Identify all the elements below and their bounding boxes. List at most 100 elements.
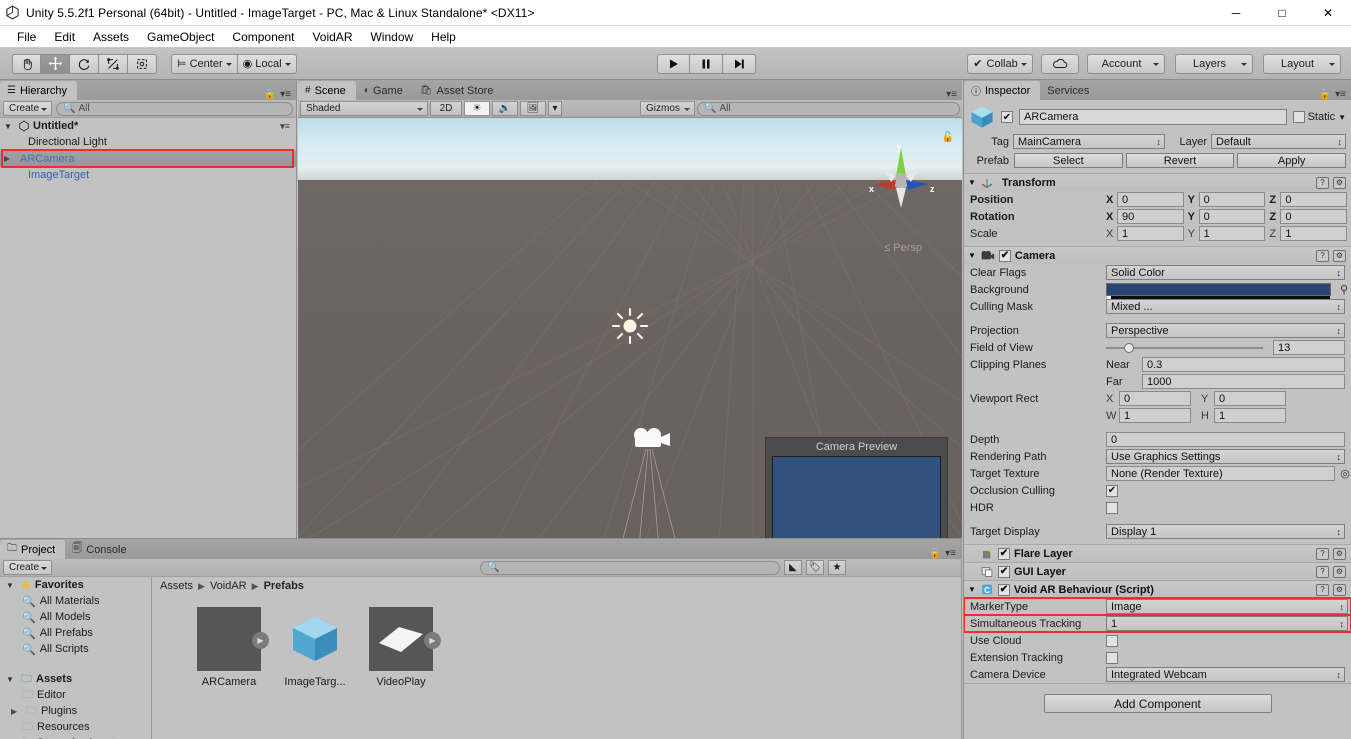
lock-icon[interactable]: 🔒 — [264, 89, 276, 100]
component-header[interactable]: ▼ ✔ Camera ? ⚙ — [964, 247, 1351, 264]
use-cloud-checkbox[interactable] — [1106, 634, 1118, 647]
occlusion-culling-checkbox[interactable]: ✔ — [1106, 484, 1118, 497]
project-tree-streamingassets[interactable]: 🗀 StreamingAssets — [0, 735, 151, 739]
scene-expand-arrow[interactable]: ▼ — [4, 122, 15, 131]
hierarchy-item-imagetarget[interactable]: ImageTarget — [0, 167, 296, 183]
add-component-button[interactable]: Add Component — [1043, 694, 1272, 713]
gear-icon[interactable]: ⚙ — [1333, 176, 1346, 189]
play-button[interactable] — [657, 53, 691, 74]
projection-mode-label[interactable]: ≤ Persp — [884, 242, 922, 254]
help-icon[interactable]: ? — [1316, 583, 1329, 596]
component-header[interactable]: ▼ C ✔ Void AR Behaviour (Script) ? ⚙ — [964, 581, 1351, 598]
fov-slider-knob[interactable] — [1124, 342, 1134, 353]
scene-axis-gizmo[interactable]: y x z — [858, 136, 944, 216]
space-button[interactable]: ◉ Local — [237, 53, 297, 74]
position-x-input[interactable]: 0 — [1117, 192, 1184, 207]
help-icon[interactable]: ? — [1316, 176, 1329, 189]
layout-button[interactable]: Layout — [1263, 53, 1341, 74]
project-lock-icon[interactable]: 🔒 — [929, 548, 941, 559]
tab-scene[interactable]: # Scene — [298, 81, 356, 100]
gear-icon[interactable]: ⚙ — [1333, 249, 1346, 262]
project-tree-all-prefabs[interactable]: 🔍 All Prefabs — [0, 625, 151, 641]
menu-help[interactable]: Help — [422, 28, 465, 46]
project-tree-favorites[interactable]: ▼ ★ Favorites — [0, 577, 151, 593]
camera-device-dropdown[interactable]: Integrated Webcam — [1106, 667, 1345, 682]
minimize-button[interactable]: ─ — [1213, 0, 1259, 26]
move-tool-icon[interactable] — [41, 53, 70, 74]
background-color-swatch[interactable] — [1106, 283, 1331, 299]
menu-component[interactable]: Component — [223, 28, 303, 46]
scale-x-input[interactable]: 1 — [1117, 226, 1184, 241]
help-icon[interactable]: ? — [1316, 249, 1329, 262]
prefab-apply-button[interactable]: Apply — [1237, 153, 1347, 168]
rotation-y-input[interactable]: 0 — [1198, 209, 1266, 224]
viewport-w-input[interactable]: 1 — [1119, 408, 1191, 423]
markertype-dropdown[interactable]: Image — [1106, 599, 1348, 614]
hierarchy-create-button[interactable]: Create — [3, 101, 53, 116]
hierarchy-scene-row[interactable]: ▼ Untitled* ▾≡ — [0, 118, 296, 134]
project-tree-all-models[interactable]: 🔍 All Models — [0, 609, 151, 625]
gizmos-dropdown[interactable]: Gizmos — [640, 101, 695, 116]
scale-y-input[interactable]: 1 — [1198, 226, 1266, 241]
static-checkbox[interactable] — [1292, 111, 1305, 123]
scene-search-input[interactable]: 🔍 All — [697, 101, 960, 116]
expand-arrow[interactable]: ▶ — [4, 154, 15, 163]
fov-input[interactable]: 13 — [1273, 340, 1345, 355]
lighting-toggle-icon[interactable]: ☀ — [464, 101, 490, 116]
component-header[interactable]: ▼ Transform ? ⚙ — [964, 174, 1351, 191]
tab-hierarchy[interactable]: ☰ Hierarchy — [0, 81, 78, 100]
scale-tool-icon[interactable] — [99, 53, 128, 74]
tab-console[interactable]: 🗐 Console — [65, 540, 136, 559]
help-icon[interactable]: ? — [1316, 565, 1329, 578]
project-tree-editor[interactable]: 🗀 Editor — [0, 687, 151, 703]
prefab-select-button[interactable]: Select — [1014, 153, 1123, 168]
simultaneous-tracking-dropdown[interactable]: 1 — [1106, 616, 1348, 631]
filter-type-icon[interactable]: ◣ — [784, 560, 803, 575]
hdr-checkbox[interactable] — [1106, 501, 1118, 514]
hierarchy-item-arcamera[interactable]: ▶ ARCamera — [0, 149, 296, 168]
viewport-h-input[interactable]: 1 — [1214, 408, 1286, 423]
rotation-x-input[interactable]: 90 — [1117, 209, 1184, 224]
account-button[interactable]: Account — [1087, 53, 1165, 74]
collab-button[interactable]: ✔ Collab — [967, 53, 1033, 74]
menu-edit[interactable]: Edit — [45, 28, 84, 46]
filter-favorite-icon[interactable]: ★ — [828, 560, 847, 575]
clipping-near-input[interactable]: 0.3 — [1142, 357, 1345, 372]
static-toggle[interactable]: Static ▼ — [1292, 111, 1346, 123]
shading-mode-dropdown[interactable]: Shaded — [300, 101, 428, 116]
hierarchy-item-directional-light[interactable]: Directional Light — [0, 134, 296, 150]
component-header[interactable]: ✔ Flare Layer ? ⚙ — [964, 545, 1351, 562]
step-button[interactable] — [723, 53, 757, 74]
target-texture-object-field[interactable]: None (Render Texture) — [1106, 466, 1335, 481]
layers-button[interactable]: Layers — [1175, 53, 1253, 74]
asset-item-arcamera[interactable]: ▶ ARCamera — [197, 607, 269, 688]
object-name-input[interactable]: ARCamera — [1019, 109, 1287, 125]
gear-icon[interactable]: ⚙ — [1333, 583, 1346, 596]
clipping-far-input[interactable]: 1000 — [1142, 374, 1345, 389]
fov-slider[interactable] — [1106, 342, 1263, 353]
menu-voidar[interactable]: VoidAR — [303, 28, 361, 46]
menu-assets[interactable]: Assets — [84, 28, 138, 46]
target-display-dropdown[interactable]: Display 1 — [1106, 524, 1345, 539]
menu-window[interactable]: Window — [361, 28, 422, 46]
hierarchy-search-input[interactable]: 🔍 All — [56, 101, 293, 116]
gear-icon[interactable]: ⚙ — [1333, 547, 1346, 560]
culling-mask-dropdown[interactable]: Mixed ... — [1106, 299, 1345, 314]
chevron-down-icon[interactable]: ▼ — [1338, 113, 1346, 122]
project-panel-menu-icon[interactable]: ▾≡ — [945, 548, 956, 559]
extension-tracking-checkbox[interactable] — [1106, 651, 1118, 664]
foldout-arrow-icon[interactable]: ▼ — [968, 585, 976, 594]
rotate-tool-icon[interactable] — [70, 53, 99, 74]
tab-asset-store[interactable]: 🛍 Asset Store — [413, 81, 504, 100]
close-button[interactable]: ✕ — [1305, 0, 1351, 26]
depth-input[interactable]: 0 — [1106, 432, 1345, 447]
tab-services[interactable]: Services — [1040, 81, 1099, 100]
menu-gameobject[interactable]: GameObject — [138, 28, 223, 46]
breadcrumb-prefabs[interactable]: Prefabs — [264, 580, 304, 592]
position-y-input[interactable]: 0 — [1198, 192, 1266, 207]
viewport-y-input[interactable]: 0 — [1214, 391, 1286, 406]
tab-project[interactable]: 🗀 Project — [0, 540, 66, 559]
component-header[interactable]: ✔ GUI Layer ? ⚙ — [964, 563, 1351, 580]
hierarchy-context-menu-icon[interactable]: ▾≡ — [280, 121, 296, 132]
scene-viewport[interactable]: 🔓 y x z ≤ Persp Camera Preview — [298, 118, 962, 558]
